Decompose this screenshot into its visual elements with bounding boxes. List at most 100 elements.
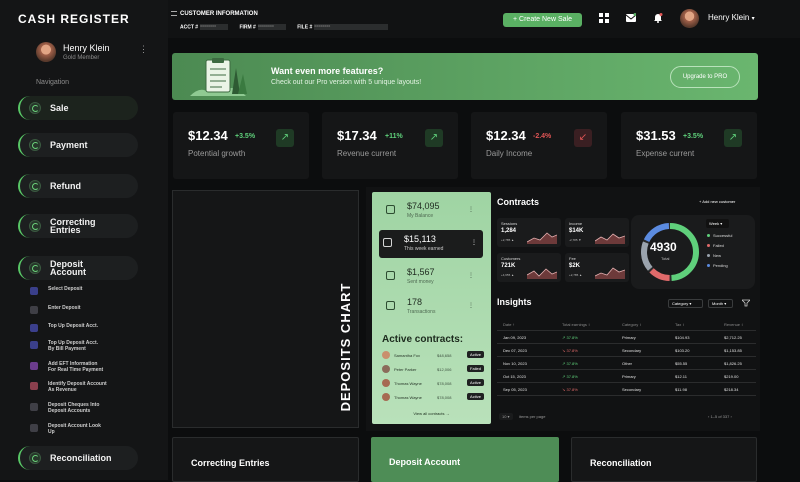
stat-card: $17.34 +11% Revenue current ↗ [322, 112, 458, 179]
deposit-icon [30, 382, 38, 390]
subnav-item-select-deposit[interactable]: Select Deposit [30, 286, 140, 302]
contract-row[interactable]: Thomas Wayne $78,008 Active [382, 379, 484, 389]
sidebar-item-refund[interactable]: Refund [18, 174, 138, 198]
acct-input[interactable]: XXXXXXXX [200, 24, 229, 30]
table-row[interactable]: Nov 10, 2023 ↗ 37.8% Other $55.55 $1,826… [497, 357, 756, 370]
subnav-label: Add EFT Information For Real Time Paymen… [48, 361, 104, 373]
table-row[interactable]: Sep 05, 2023 ↘ 37.8% Secondary $11.98 $2… [497, 383, 756, 396]
stat-change: -2.4% [533, 133, 552, 140]
subnav-item-enter-deposit[interactable]: Enter Deposit [30, 305, 140, 321]
file-field[interactable]: FILE # XXXXXXXX [297, 24, 389, 31]
metric-week-earned[interactable]: $15,113 This week earned ⋮ [379, 230, 483, 258]
subnav-item-deposit-cheques[interactable]: Deposit Cheques Into Deposit Accounts [30, 402, 140, 418]
column-header-earnings[interactable]: Total earnings ↕ [562, 322, 590, 327]
upgrade-button[interactable]: Upgrade to PRO [670, 66, 740, 88]
mini-card-customers: Customers 721K +4,655 ▲ [497, 253, 561, 282]
cell-date: Jan 09, 2023 [503, 335, 527, 340]
menu-icon[interactable] [171, 11, 177, 16]
contract-amount: $78,008 [437, 381, 452, 386]
cell-date: Oct 15, 2023 [503, 374, 526, 379]
subnav-label: Enter Deposit [48, 305, 81, 311]
filter-icon[interactable] [742, 299, 750, 307]
view-all-contracts-link[interactable]: View all contracts → [372, 411, 491, 416]
cell-earnings: ↗ 37.8% [562, 374, 578, 379]
sidebar-item-label: Refund [50, 181, 81, 191]
file-input[interactable]: XXXXXXXX [314, 24, 389, 30]
stat-card: $31.53 +3.5% Expense current ↗ [621, 112, 757, 179]
user-menu[interactable]: Henry Klein ▾ [708, 13, 755, 22]
firm-field[interactable]: FIRM # XXXXXXXX [239, 24, 286, 30]
contract-row[interactable]: Thomas Wayne $78,008 Active [382, 393, 484, 403]
deposit-account-card[interactable]: Deposit Account [371, 437, 559, 482]
period-select[interactable]: Week ▾ [706, 219, 729, 228]
legend-dot [707, 254, 710, 258]
grid-icon[interactable] [599, 13, 609, 23]
subnav-label: Identify Deposit Account As Revenue [48, 381, 107, 393]
bell-icon[interactable] [653, 13, 663, 23]
column-header-date[interactable]: Date ↑ [503, 322, 515, 327]
table-row[interactable]: Dec 07, 2023 ↘ 37.8% Secondary $103.20 $… [497, 344, 756, 357]
active-contracts-title: Active contracts: [382, 334, 464, 345]
subnav-label: Top Up Deposit Acct. [48, 323, 98, 329]
avatar [382, 365, 390, 373]
sidebar-item-reconciliation[interactable]: Reconciliation [18, 446, 138, 470]
sidebar-item-payment[interactable]: Payment [18, 133, 138, 157]
stat-label: Revenue current [337, 149, 397, 158]
subnav-item-account-lookup[interactable]: Deposit Account Look Up [30, 423, 140, 439]
dashboard-icon [29, 180, 41, 192]
subnav-item-top-up-bill[interactable]: Top Up Deposit Acct. By Bill Payment [30, 340, 140, 356]
contract-row[interactable]: Samantha Fox $48,658 Active [382, 351, 484, 361]
reconciliation-card[interactable]: Reconciliation [571, 437, 757, 482]
dashboard-icon [29, 139, 41, 151]
sidebar-item-deposit-account[interactable]: Deposit Account [18, 256, 138, 280]
subnav-item-add-eft[interactable]: Add EFT Information For Real Time Paymen… [30, 361, 140, 377]
add-customer-button[interactable]: + Add new customer [699, 199, 735, 204]
table-row[interactable]: Jan 09, 2023 ↗ 37.8% Primary $104.93 $2,… [497, 331, 756, 344]
subnav-item-top-up-deposit[interactable]: Top Up Deposit Acct. [30, 323, 140, 339]
metric-balance[interactable]: $74,095 My Balance ⋮ [382, 197, 480, 225]
column-header-tax[interactable]: Tax ↕ [675, 322, 684, 327]
deposit-icon [30, 324, 38, 332]
subnav-item-identify-revenue[interactable]: Identify Deposit Account As Revenue [30, 381, 140, 397]
contract-row[interactable]: Peter Parker $12,006 Failed [382, 365, 484, 375]
firm-input[interactable]: XXXXXXXX [257, 24, 286, 30]
category-filter[interactable]: Category ▾ [668, 299, 703, 308]
page-size-select[interactable]: 10 ▾ [499, 413, 513, 420]
mini-card-sessions: Sessions 1,284 +2,785 ▲ [497, 218, 561, 247]
chevron-down-icon: ▾ [751, 16, 755, 22]
metric-sent-money[interactable]: $1,567 Sent money ⋮ [382, 263, 480, 291]
month-filter[interactable]: Month ▾ [708, 299, 733, 308]
contracts-title: Contracts [497, 197, 540, 207]
more-icon[interactable]: ⋮ [471, 239, 477, 246]
more-icon[interactable]: ⋮ [139, 45, 148, 54]
sidebar-item-correcting-entries[interactable]: Correcting Entries [18, 214, 138, 238]
more-icon[interactable]: ⋮ [468, 206, 474, 213]
cell-category: Secondary [622, 348, 642, 353]
contract-name: Peter Parker [394, 367, 417, 372]
correcting-entries-card[interactable]: Correcting Entries [172, 437, 359, 482]
metric-transactions[interactable]: 178 Transactions ⋮ [382, 293, 480, 321]
profile-name: Henry Klein [63, 43, 110, 53]
more-icon[interactable]: ⋮ [468, 302, 474, 309]
user-avatar[interactable] [680, 9, 699, 28]
subnav-label: Deposit Cheques Into Deposit Accounts [48, 402, 100, 414]
file-label: FILE # [297, 24, 313, 31]
metric-value: $15,113 [404, 234, 436, 244]
pagination[interactable]: ‹ 1–5 of 337 › [708, 414, 732, 419]
acct-field[interactable]: ACCT # XXXXXXXX [180, 24, 229, 30]
profile[interactable]: Henry Klein Gold Member ⋮ [36, 42, 156, 66]
more-icon[interactable]: ⋮ [468, 272, 474, 279]
column-header-revenue[interactable]: Revenue ↕ [724, 322, 743, 327]
transactions-icon [386, 301, 395, 310]
contract-name: Thomas Wayne [394, 381, 422, 386]
customer-info-label: CUSTOMER INFORMATION [180, 11, 258, 18]
dashboard-icon [29, 452, 41, 464]
mini-label: Sessions [501, 221, 518, 226]
column-header-category[interactable]: Category ↕ [622, 322, 641, 327]
sidebar-item-label: Sale [50, 103, 69, 113]
sidebar-item-sale[interactable]: Sale [18, 96, 138, 120]
mail-icon[interactable] [626, 13, 636, 23]
cell-revenue: $2,712.25 [724, 335, 742, 340]
create-sale-button[interactable]: + Create New Sale [503, 13, 582, 27]
table-row[interactable]: Oct 15, 2023 ↗ 37.8% Primary $12.11 $219… [497, 370, 756, 383]
